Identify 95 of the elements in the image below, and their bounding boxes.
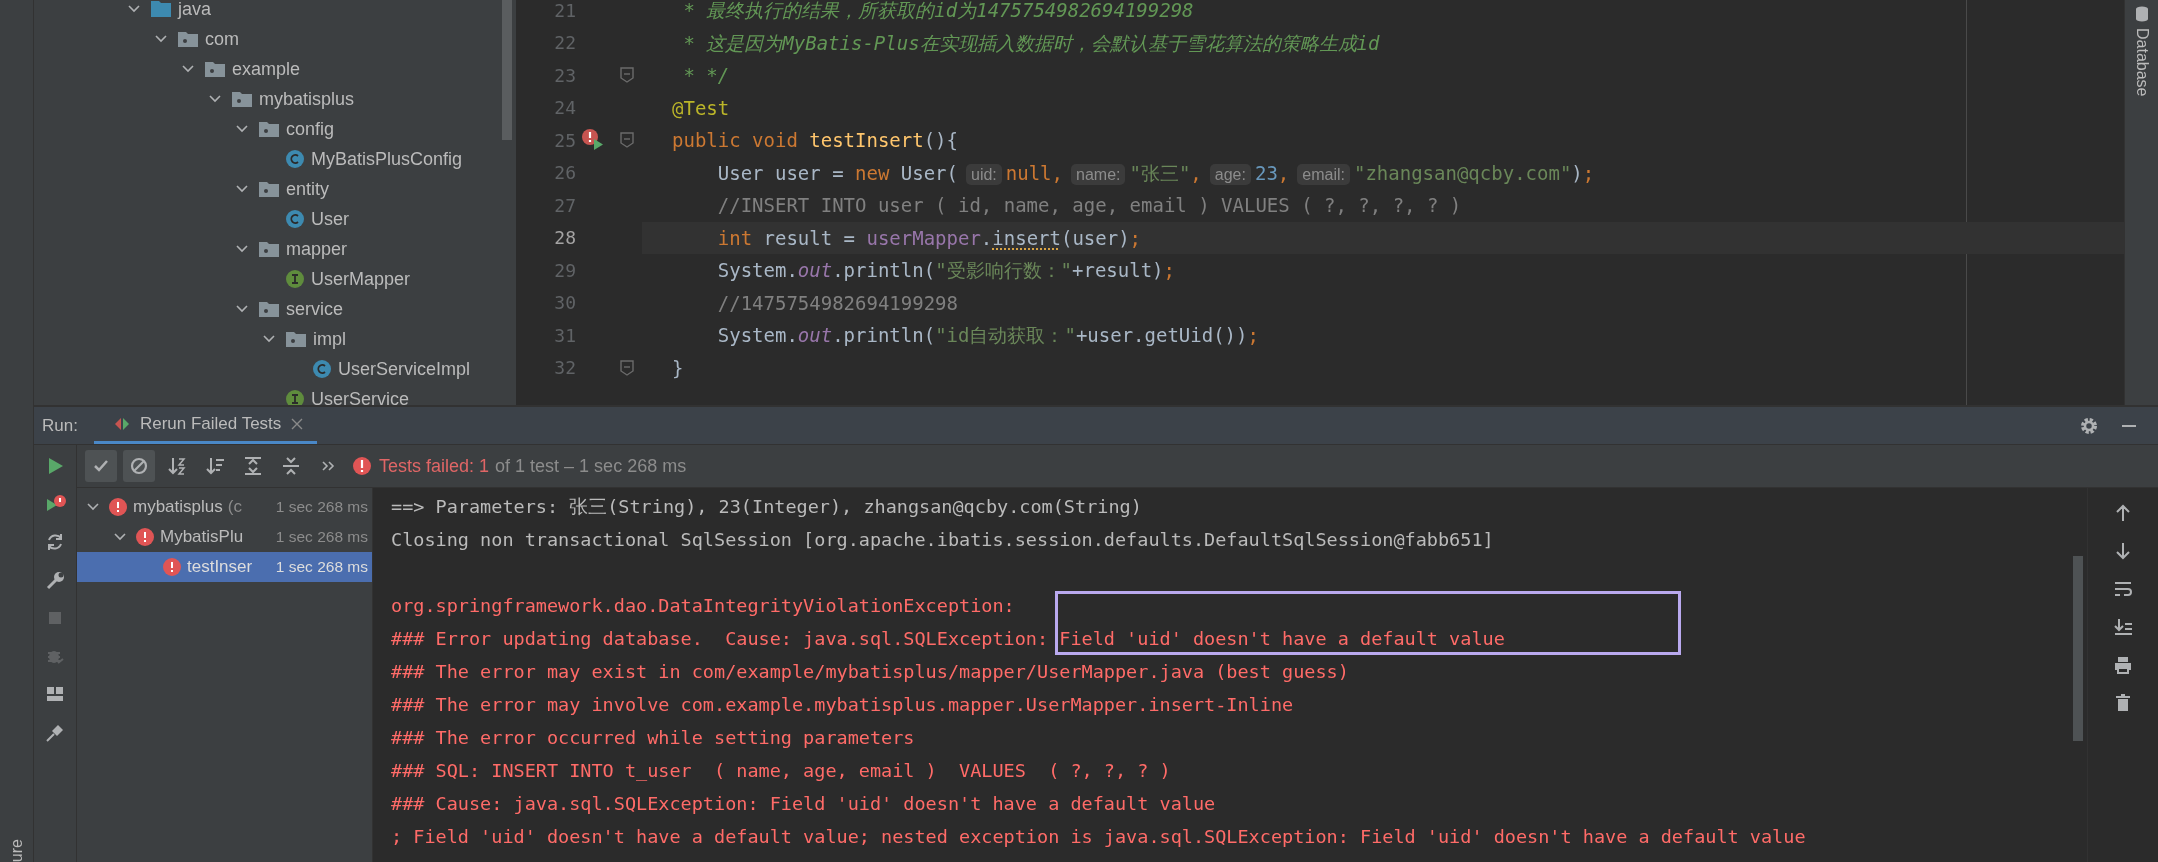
status-detail: of 1 test – 1 sec 268 ms: [495, 455, 687, 477]
line-number: 32: [553, 357, 576, 379]
test-name: testInser: [187, 557, 253, 577]
package-icon: [258, 300, 280, 318]
folder-icon: [150, 0, 172, 18]
tree-item[interactable]: service: [286, 298, 343, 320]
code-line: @Test: [671, 95, 731, 121]
console-line: ### The error may involve com.example.mybatisplus.mapper.UserMapper.insert-Inline: [391, 693, 1294, 717]
test-location: (c: [227, 497, 242, 517]
tree-item[interactable]: impl: [313, 328, 346, 350]
tree-item[interactable]: UserServiceImpl: [338, 358, 471, 380]
tree-item[interactable]: example: [232, 58, 301, 80]
code-line: System.out.println("受影响行数："+result);: [716, 258, 1176, 283]
fold-icon[interactable]: [620, 359, 634, 376]
console-line: ### Cause: java.sql.SQLException: Field 'uid' doesn't have a default value: [391, 792, 1216, 816]
tree-item[interactable]: UserService: [311, 388, 410, 405]
tree-item[interactable]: mapper: [286, 238, 348, 260]
line-number: 25: [553, 129, 576, 151]
tree-item[interactable]: User: [311, 208, 349, 230]
line-number: 29: [553, 259, 576, 281]
scrollbar[interactable]: [502, 0, 512, 140]
code-line: //INSERT INTO user ( id, name, age, email ) VALUES ( ?, ?, ?, ? ): [716, 193, 1463, 218]
code-line: * */: [682, 63, 731, 88]
expand-all-icon: [242, 455, 264, 477]
tree-item[interactable]: UserMapper: [311, 268, 411, 290]
test-name: MybatisPlu: [160, 527, 244, 547]
package-icon: [258, 120, 280, 138]
test-row[interactable]: MybatisPlu 1 sec 268 ms: [77, 522, 372, 552]
code-line: System.out.println("id自动获取："+user.getUid());: [716, 323, 1260, 348]
cancel-icon: [128, 455, 150, 477]
sort-duration-icon: [204, 455, 226, 477]
package-icon: [231, 90, 253, 108]
line-number: 23: [553, 64, 576, 86]
class-icon: [312, 359, 332, 379]
collapse-all-icon: [280, 455, 302, 477]
sort-alpha-icon: [166, 455, 188, 477]
console-line: Closing non transactional SqlSession [org.apache.ibatis.session.defaults.DefaultSqlSession@fabb651]: [391, 528, 1494, 552]
package-icon: [285, 330, 307, 348]
test-duration: 1 sec 268 ms: [275, 558, 369, 576]
class-icon: [285, 149, 305, 169]
scrollbar[interactable]: [2073, 556, 2083, 741]
code-line: //1475754982694199298: [716, 290, 959, 316]
console-line: ### The error occurred while setting parameters: [391, 726, 915, 750]
fold-icon[interactable]: [620, 132, 634, 149]
printer-icon[interactable]: [2112, 654, 2134, 676]
line-number: 21: [553, 0, 576, 21]
console-line: ### Error updating database. Cause: java.sql.SQLException: Field 'uid' doesn't have a default value: [391, 627, 1505, 651]
line-number: 30: [553, 292, 576, 314]
console-line: ==> Parameters: 张三(String), 23(Integer), zhangsan@qcby.com(String): [391, 495, 1142, 519]
tree-item[interactable]: MyBatisPlusConfig: [311, 148, 463, 170]
test-icon: [113, 416, 130, 432]
error-icon: [351, 455, 373, 477]
line-number: 22: [553, 32, 576, 54]
fold-icon[interactable]: [620, 67, 634, 84]
test-duration: 1 sec 268 ms: [275, 498, 369, 516]
test-row[interactable]: testInser 1 sec 268 ms: [77, 552, 372, 582]
code-line: * 这是因为MyBatis-Plus在实现插入数据时，会默认基于雪花算法的策略生成id: [682, 30, 1381, 56]
line-number: 24: [553, 97, 576, 119]
tree-item[interactable]: entity: [286, 178, 330, 200]
test-name: mybatisplus: [133, 497, 223, 517]
line-number: 31: [553, 324, 576, 346]
console-line: org.springframework.dao.DataIntegrityViolationException:: [391, 594, 1016, 618]
console-line: ; Field 'uid' doesn't have a default value; nested exception is java.sql.SQLException: Field 'uid' doesn't have a default value: [391, 825, 1806, 849]
console-line: ### SQL: INSERT INTO t_user ( name, age, email ) VALUES ( ?, ?, ? ): [391, 759, 1171, 783]
toolbar-button[interactable]: [123, 450, 155, 482]
code-line: public void testInsert(){: [671, 128, 959, 153]
tool-window-label[interactable]: Database: [2132, 28, 2151, 97]
tool-window-label[interactable]: ure: [7, 838, 26, 862]
test-row[interactable]: mybatisplus (c 1 sec 268 ms: [77, 492, 372, 522]
console-line: ### The error may exist in com/example/mybatisplus/mapper/UserMapper.java (best guess): [391, 660, 1349, 684]
code-line: }: [671, 355, 685, 381]
run-tab[interactable]: Rerun Failed Tests: [93, 407, 318, 444]
tree-item[interactable]: java: [178, 0, 212, 20]
status-text: Tests failed: 1: [379, 455, 490, 477]
scroll-to-end-icon[interactable]: [2112, 616, 2134, 638]
package-icon: [177, 30, 199, 48]
toolbar-button[interactable]: [85, 450, 117, 482]
code-line: * 最终执行的结果，所获取的id为1475754982694199298: [682, 0, 1195, 23]
package-icon: [204, 60, 226, 78]
code-line: User user = new User( uid: null, name: "张三", age: 23, email: "zhangsan@qcby.com");: [716, 160, 1596, 187]
wrench-icon[interactable]: [44, 569, 66, 591]
tree-item[interactable]: config: [286, 118, 335, 140]
database-icon: [2133, 6, 2150, 22]
panel-title: Run:: [42, 415, 78, 436]
package-icon: [258, 240, 280, 258]
class-icon: [285, 209, 305, 229]
tree-item[interactable]: mybatisplus: [259, 88, 355, 110]
line-number: 26: [553, 162, 576, 184]
package-icon: [258, 180, 280, 198]
interface-icon: [285, 269, 305, 289]
test-duration: 1 sec 268 ms: [275, 528, 369, 546]
line-number: 27: [553, 194, 576, 216]
tree-item[interactable]: com: [205, 28, 239, 50]
close-icon[interactable]: [291, 418, 304, 430]
line-number: 28: [553, 227, 576, 249]
